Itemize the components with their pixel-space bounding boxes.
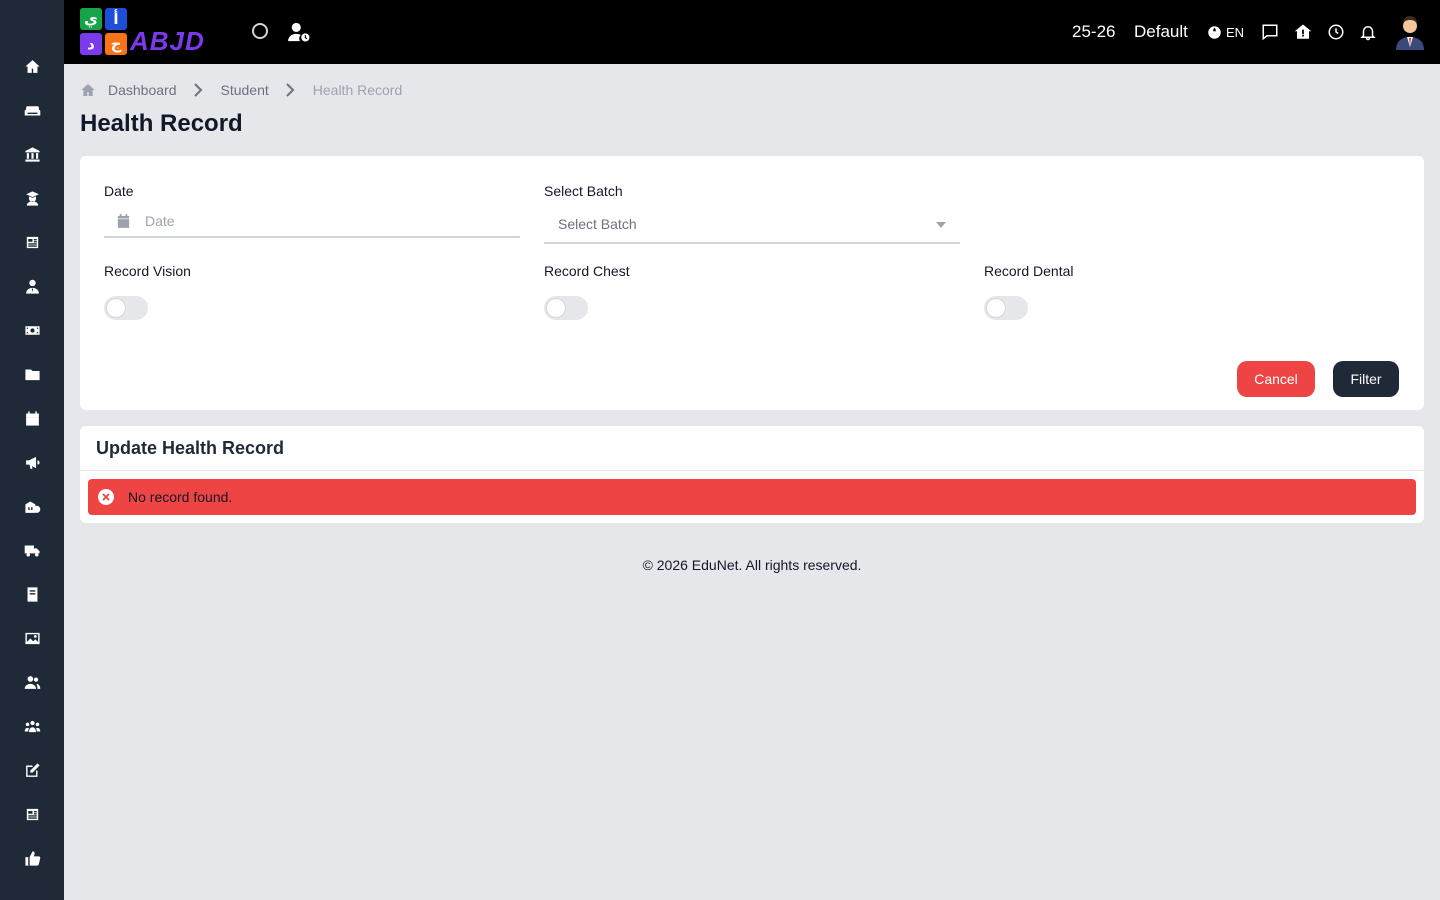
logo-tile: د	[80, 33, 102, 55]
record-vision-label: Record Vision	[104, 263, 191, 279]
cancel-button[interactable]: Cancel	[1237, 361, 1315, 397]
date-field[interactable]	[104, 206, 520, 238]
breadcrumb-health-record: Health Record	[312, 82, 403, 98]
page-title: Health Record	[80, 110, 243, 137]
sidebar-item-gallery[interactable]	[16, 622, 48, 654]
chevron-right-icon	[285, 83, 297, 97]
topbar: ي أ د ج ABJD 25-26 Default EN	[64, 0, 1440, 64]
record-dental-label: Record Dental	[984, 263, 1074, 279]
language-label: EN	[1226, 24, 1245, 40]
sidebar-item-groups[interactable]	[16, 710, 48, 742]
truck-icon	[24, 545, 40, 557]
sidebar-item-announcements[interactable]	[16, 446, 48, 478]
people-group-icon	[24, 720, 40, 732]
sidebar-item-transport[interactable]	[16, 534, 48, 566]
date-label: Date	[104, 183, 134, 199]
sofa-icon	[24, 105, 40, 115]
record-dental-toggle[interactable]	[984, 296, 1028, 320]
home-alert-icon[interactable]	[1293, 22, 1313, 42]
edit-icon	[25, 762, 40, 777]
batch-select[interactable]: Select Batch	[544, 206, 960, 244]
sidebar-item-news[interactable]	[16, 798, 48, 830]
error-alert: No record found.	[88, 479, 1416, 515]
toggle-knob	[106, 298, 126, 318]
book-icon	[27, 586, 37, 602]
record-vision-toggle[interactable]	[104, 296, 148, 320]
breadcrumb-dashboard[interactable]: Dashboard	[108, 82, 177, 98]
sidebar-item-fees[interactable]	[16, 314, 48, 346]
clock-icon[interactable]	[1326, 22, 1346, 42]
footer-copyright: © 2026 EduNet. All rights reserved.	[642, 557, 862, 573]
institution-icon	[24, 146, 40, 162]
section-title: Update Health Record	[96, 438, 285, 458]
message-icon[interactable]	[1260, 22, 1280, 42]
divider	[80, 470, 1424, 471]
thumbs-up-icon	[24, 850, 40, 866]
error-circle-icon	[98, 489, 114, 505]
money-icon	[24, 325, 40, 335]
sidebar-item-students[interactable]	[16, 182, 48, 214]
users-icon	[24, 675, 40, 689]
session-selector[interactable]: 25-26	[1072, 21, 1115, 43]
megaphone-icon	[25, 456, 40, 469]
sidebar-item-library[interactable]	[16, 578, 48, 610]
globe-icon	[1208, 25, 1221, 39]
user-clock-icon[interactable]	[288, 22, 310, 42]
sidebar-item-academics[interactable]	[16, 226, 48, 258]
folder-icon	[24, 369, 40, 380]
home-icon	[24, 59, 40, 73]
sidebar-item-institution[interactable]	[16, 138, 48, 170]
caret-down-icon	[936, 222, 946, 228]
calendar-icon	[117, 214, 130, 228]
batch-select-value: Select Batch	[558, 216, 637, 232]
sidebar-item-feedback[interactable]	[16, 842, 48, 874]
alert-message: No record found.	[128, 489, 233, 505]
logo-tiles: ي أ د ج	[80, 8, 128, 56]
sidebar-item-documents[interactable]	[16, 358, 48, 390]
batch-label: Select Batch	[544, 183, 623, 199]
logo-text: ABJD	[130, 26, 205, 56]
breadcrumb: Dashboard Student Health Record	[80, 80, 402, 100]
school-selector[interactable]: Default	[1134, 21, 1188, 43]
news-icon	[26, 808, 38, 820]
sidebar-item-exams[interactable]	[16, 754, 48, 786]
sidebar-item-rooms[interactable]	[16, 94, 48, 126]
newspaper-icon	[26, 236, 38, 248]
sidebar-item-school[interactable]	[16, 490, 48, 522]
bell-icon[interactable]	[1358, 22, 1378, 42]
logo-tile: ي	[80, 8, 102, 30]
logo-tile: أ	[105, 8, 127, 30]
sidebar-item-staff[interactable]	[16, 270, 48, 302]
toggle-knob	[546, 298, 566, 318]
update-health-record-card: Update Health Record No record found.	[80, 426, 1424, 523]
chevron-right-icon	[193, 83, 205, 97]
status-circle-icon[interactable]	[252, 23, 268, 39]
breadcrumb-home-icon[interactable]	[80, 82, 96, 98]
filter-card: Date Select Batch Select Batch Record Vi…	[80, 156, 1424, 410]
school-icon	[24, 501, 40, 513]
record-chest-label: Record Chest	[544, 263, 630, 279]
date-input[interactable]	[145, 213, 505, 229]
toggle-knob	[986, 298, 1006, 318]
sidebar-item-home[interactable]	[16, 50, 48, 82]
user-tie-icon	[25, 279, 39, 294]
graduate-icon	[25, 190, 39, 206]
filter-button[interactable]: Filter	[1333, 361, 1399, 397]
language-selector[interactable]: EN	[1207, 22, 1244, 42]
sidebar-item-calendar[interactable]	[16, 402, 48, 434]
avatar[interactable]	[1394, 14, 1426, 50]
sidebar	[0, 0, 64, 900]
breadcrumb-student[interactable]: Student	[221, 82, 269, 98]
calendar-icon	[25, 410, 39, 426]
app-logo[interactable]: ي أ د ج ABJD	[80, 8, 224, 56]
sidebar-item-users[interactable]	[16, 666, 48, 698]
logo-tile: ج	[105, 33, 127, 55]
record-chest-toggle[interactable]	[544, 296, 588, 320]
image-icon	[24, 632, 40, 644]
